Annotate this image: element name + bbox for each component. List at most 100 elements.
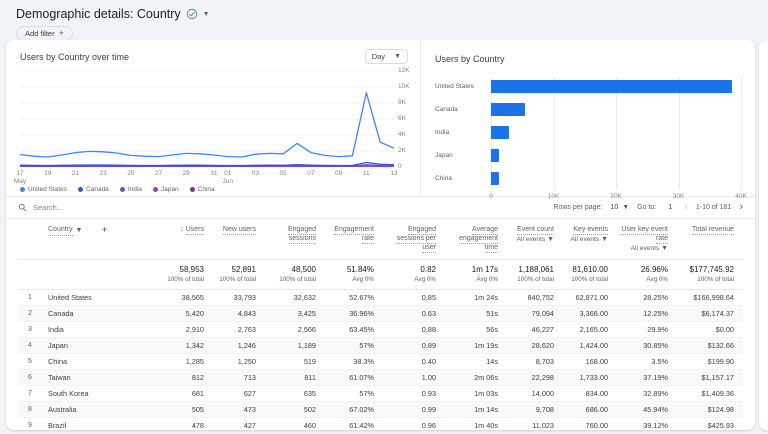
bar-category-label: United States — [435, 83, 475, 90]
country-cell: Canada — [48, 308, 74, 318]
row-number: 6 — [28, 373, 32, 381]
legend-item[interactable]: United States — [20, 186, 67, 193]
totals-cell: 26.96% Avg 0% — [640, 264, 668, 283]
totals-cell: $177,745.92 100% of total — [689, 264, 735, 283]
legend-item[interactable]: Japan — [152, 186, 179, 193]
table-row[interactable]: 4 Japan 1,342 1,246 1,189 57% 0.89 1m 19s 28,620… — [18, 337, 743, 354]
bar-chart-panel: Users by Country United States Canada Indi… — [420, 40, 755, 200]
column-header[interactable]: Event count All events ▼ — [506, 225, 562, 245]
metric-cell: 36.96% — [349, 308, 374, 318]
chevron-down-icon[interactable]: ▼ — [203, 11, 210, 18]
metric-cell: 28,620 — [531, 340, 554, 350]
country-cell: Japan — [48, 340, 68, 350]
metric-cell: 460 — [303, 420, 316, 430]
table-row[interactable]: 3 India 2,910 2,763 2,566 63.45% 0.88 56s 46,227… — [18, 321, 743, 338]
goto-page-input[interactable]: 1 — [664, 204, 676, 211]
column-header[interactable]: New users — [212, 225, 264, 235]
data-table: Country ▼ + ↓ Users New users Engaged sess… — [6, 219, 755, 430]
add-filter-button[interactable]: Add filter + — [16, 26, 73, 41]
row-number: 9 — [28, 421, 32, 429]
rows-per-page-label: Rows per page: — [553, 204, 603, 211]
search-placeholder: Search... — [33, 203, 64, 212]
country-cell: Taiwan — [48, 372, 71, 382]
rows-per-page-select[interactable]: 10 ▼ — [610, 204, 629, 211]
bar[interactable] — [491, 103, 525, 116]
x-axis-labels: 17 May 19 21 23 25 27 29 31 01 Jun 03 05 07 09 11 13 — [13, 170, 398, 186]
metric-cell: 0.89 — [421, 340, 436, 350]
add-column-button[interactable]: + — [101, 225, 107, 236]
search-input[interactable]: Search... — [18, 203, 63, 212]
metric-cell: 0.88 — [421, 324, 436, 334]
legend-dot — [20, 187, 25, 192]
table-row[interactable]: 9 Brazil 478 427 460 61.42% 0.96 1m 40s 11,023 76… — [18, 417, 743, 430]
metric-cell: $166,998.64 — [693, 292, 734, 302]
metric-cell: 627 — [243, 388, 256, 398]
metric-cell: 502 — [303, 404, 316, 414]
legend-item[interactable]: India — [119, 186, 142, 193]
metric-cell: 46,227 — [531, 324, 554, 334]
column-header[interactable]: Total revenue — [676, 225, 742, 235]
country-cell: India — [48, 324, 64, 334]
table-row[interactable]: 8 Australia 505 473 502 67.02% 0.99 1m 14s 9,708… — [18, 401, 743, 418]
metric-cell: $0.00 — [715, 324, 734, 334]
metric-cell: 1,424.00 — [579, 340, 608, 350]
metric-cell: 30.85% — [643, 340, 668, 350]
metric-cell: 2,910 — [185, 324, 204, 334]
report-card: Users by Country over time Day ▼ 12K 10K 8… — [6, 40, 755, 430]
bar[interactable] — [491, 172, 500, 185]
column-header[interactable]: Engaged sessions — [264, 225, 324, 245]
metric-cell: 478 — [191, 420, 204, 430]
dimension-header[interactable]: Country ▼ + — [42, 225, 162, 237]
prev-page-button[interactable]: ‹ — [684, 202, 688, 213]
table-row[interactable]: 7 South Korea 681 627 635 57% 0.93 1m 03s 14,000… — [18, 385, 743, 402]
column-header[interactable]: Key events All events ▼ — [562, 225, 616, 245]
metric-cell: $425.93 — [707, 420, 734, 430]
table-row[interactable]: 5 China 1,285 1,250 519 38.3% 0.40 14s 8,703 168.… — [18, 353, 743, 370]
metric-cell: 12.25% — [643, 308, 668, 318]
bar[interactable] — [491, 80, 733, 93]
row-number: 4 — [28, 341, 32, 349]
column-header[interactable]: Engaged sessions per user — [382, 225, 444, 254]
metric-cell: 0.96 — [421, 420, 436, 430]
legend-item[interactable]: China — [189, 186, 215, 193]
check-circle-icon[interactable] — [186, 8, 198, 20]
table-row[interactable]: 2 Canada 5,420 4,843 3,425 36.96% 0.63 51s 79,09… — [18, 305, 743, 322]
metric-cell: 2m 06s — [474, 372, 498, 382]
metric-cell: 3.5% — [651, 356, 668, 366]
bar[interactable] — [491, 149, 500, 162]
column-header[interactable]: Engagement rate — [324, 225, 382, 245]
legend-dot — [189, 187, 195, 192]
table-row[interactable]: 1 United States 38,565 33,793 32,632 52.67% 0.… — [18, 289, 743, 306]
dimension-label: Country — [48, 225, 73, 237]
row-number: 7 — [28, 389, 32, 397]
line-chart[interactable]: 12K 10K 8K 6K 4K 2K 0 — [20, 67, 410, 170]
metric-cell: 1,342 — [185, 340, 204, 350]
column-header[interactable]: User key event rate All events ▼ — [616, 225, 676, 254]
granularity-select[interactable]: Day ▼ — [364, 49, 408, 64]
bar-axis-labels: 0 10K 20K 30K 40K — [489, 193, 747, 200]
metric-cell: $132.66 — [707, 340, 734, 350]
metric-cell: 168.00 — [585, 356, 608, 366]
chevron-down-icon: ▼ — [547, 236, 554, 244]
totals-cell: 52,891 100% of total — [219, 264, 256, 283]
y-axis-labels: 12K 10K 8K 6K 4K 2K 0 — [398, 67, 410, 170]
metric-cell: 39.12% — [643, 420, 668, 430]
metric-cell: 67.02% — [349, 404, 374, 414]
pagination: Rows per page: 10 ▼ Go to: 1 ‹ 1-10 of 1… — [553, 202, 743, 213]
metric-cell: 519 — [303, 356, 316, 366]
totals-cell: 81,610.00 100% of total — [571, 264, 608, 283]
metric-cell: 3,366.00 — [579, 308, 608, 318]
next-page-button[interactable]: › — [739, 202, 743, 213]
metric-cell: 57% — [359, 388, 374, 398]
bar[interactable] — [491, 126, 510, 139]
totals-cell: 1,188,061 100% of total — [517, 264, 554, 283]
metric-cell: $6,174.37 — [701, 308, 734, 318]
legend-item[interactable]: Canada — [78, 186, 109, 193]
table-row[interactable]: 6 Taiwan 812 713 811 61.07% 1.00 2m 06s 22,298 1,… — [18, 369, 743, 386]
country-cell: United States — [48, 292, 92, 302]
column-header[interactable]: Average engagement time — [444, 225, 506, 254]
column-header[interactable]: ↓ Users — [162, 225, 212, 235]
row-number: 8 — [28, 405, 32, 413]
metric-cell: 1,189 — [297, 340, 316, 350]
country-cell: Brazil — [48, 420, 67, 430]
